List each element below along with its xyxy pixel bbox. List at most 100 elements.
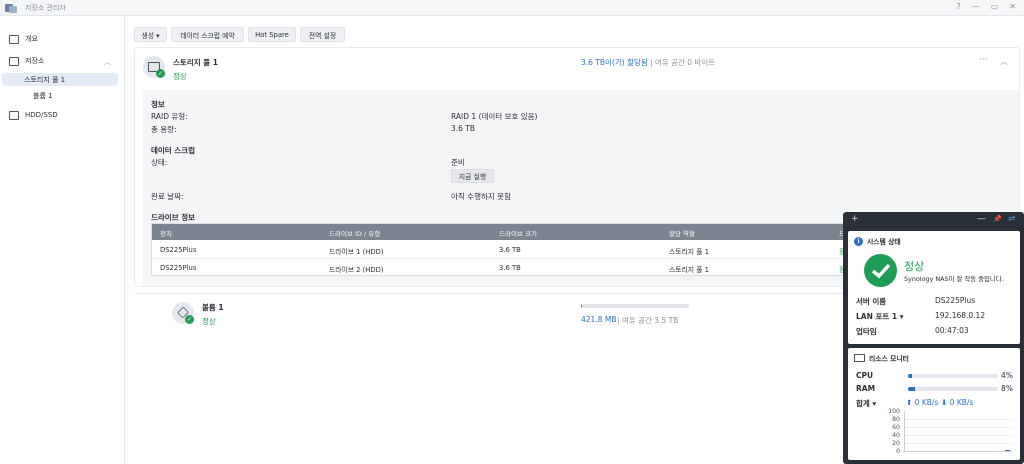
drive-size: 3.6 TB: [499, 246, 521, 254]
chevron-up-icon[interactable]: ︿: [104, 57, 111, 67]
help-button[interactable]: ?: [956, 2, 960, 11]
drive-table: 장치 드라이브 ID / 유형 드라이브 크기 할당 역할 드 DS225Plu…: [151, 223, 852, 277]
resource-monitor-panel: 리소스 모니터 CPU 4% RAM 8% 합계 ▾ ⬆ 0 KB/s ⬇ 0 …: [848, 348, 1020, 460]
drive-role: 스토리지 풀 1: [669, 248, 709, 256]
collapse-icon[interactable]: ︿: [1000, 56, 1008, 67]
minimize-button[interactable]: —: [972, 2, 980, 11]
cpu-label: CPU: [856, 371, 874, 380]
global-settings-button[interactable]: 전역 설정: [300, 27, 345, 42]
raid-type-value: RAID 1 (데이터 보호 있음): [451, 112, 538, 121]
storage-icon: [9, 56, 19, 66]
y-tick: 20: [892, 440, 900, 447]
drive-device: DS225Plus: [160, 264, 197, 272]
pool-status: 정상: [173, 72, 187, 81]
minimize-widget-icon[interactable]: —: [977, 214, 986, 224]
window-title: 저장소 관리자: [25, 3, 66, 12]
cpu-usage-bar: [908, 374, 998, 378]
sidebar-item-label: 개요: [25, 35, 38, 43]
y-tick: 80: [892, 416, 900, 423]
network-series-line: [1005, 450, 1010, 451]
volume-name: 볼륨 1: [202, 303, 224, 312]
hdd-icon: [9, 110, 19, 120]
completed-date-value: 아직 수행하지 못함: [451, 192, 511, 201]
sidebar-item-storage[interactable]: 저장소 ︿: [0, 54, 125, 68]
resource-widget: + — 📌 ⇌ i 시스템 상태 정상 Synology NAS이 잘 작동 중…: [843, 212, 1024, 464]
column-header[interactable]: 장치: [160, 228, 172, 238]
column-header[interactable]: 드라이브 크기: [499, 228, 537, 238]
upload-rate: ⬆ 0 KB/s: [906, 398, 939, 407]
maximize-button[interactable]: ▭: [991, 2, 999, 11]
server-name-label: 서버 이름: [856, 297, 887, 306]
ram-usage-bar: [908, 387, 998, 391]
system-status-value: 정상: [904, 260, 925, 273]
server-name-value: DS225Plus: [935, 296, 976, 305]
y-tick: 0: [896, 448, 900, 455]
hot-spare-button[interactable]: Hot Spare: [248, 27, 296, 42]
scrub-status-label: 상태:: [151, 158, 168, 167]
sidebar-item-label: 볼륨 1: [33, 91, 53, 100]
sidebar-item-storage-pool-1[interactable]: 스토리지 풀 1: [2, 73, 118, 86]
total-capacity-value: 3.6 TB: [451, 124, 476, 133]
y-tick: 40: [892, 432, 900, 439]
y-tick: 60: [892, 424, 900, 431]
lan-port-selector[interactable]: LAN 포트 1 ▾: [856, 311, 903, 322]
volume-free-space: | 여유 공간 3.5 TB: [617, 316, 679, 325]
create-button[interactable]: 생성 ▾: [134, 27, 167, 42]
volume-usage-bar: [581, 304, 689, 308]
system-status-panel: i 시스템 상태 정상 Synology NAS이 잘 작동 중입니다. 서버 …: [848, 231, 1020, 344]
sidebar-item-volume-1[interactable]: 볼륨 1: [2, 89, 118, 102]
drive-id: 드라이브 1 (HDD): [329, 248, 384, 256]
pin-icon[interactable]: 📌: [993, 215, 1002, 223]
pool-allocated: 3.6 TB이(가) 할당됨: [581, 58, 648, 67]
drive-info-section-title: 드라이브 정보: [151, 213, 196, 222]
widget-toolbar: + — 📌 ⇌: [843, 212, 1024, 228]
run-now-button[interactable]: 지금 실행: [451, 169, 494, 183]
widget-settings-icon[interactable]: ⇌: [1008, 214, 1016, 224]
y-tick: 100: [888, 408, 900, 415]
info-icon: i: [854, 236, 863, 246]
table-header: 장치 드라이브 ID / 유형 드라이브 크기 할당 역할 드: [152, 224, 852, 240]
info-section-title: 정보: [151, 100, 165, 109]
close-button[interactable]: ✕: [1009, 2, 1016, 11]
check-icon: ✓: [185, 315, 194, 324]
total-selector[interactable]: 합계 ▾: [856, 398, 876, 409]
scrub-schedule-button[interactable]: 데이터 스크럽 예약: [171, 27, 244, 42]
drive-size: 3.6 TB: [499, 264, 521, 272]
volume-status: 정상: [202, 317, 216, 326]
system-status-title: 시스템 상태: [867, 238, 901, 246]
completed-date-label: 완료 날짜:: [151, 192, 184, 201]
download-rate: ⬇ 0 KB/s: [941, 398, 974, 407]
pool-name: 스토리지 풀 1: [173, 58, 218, 67]
storage-manager-icon: [5, 3, 17, 13]
cpu-value: 4%: [1001, 371, 1013, 380]
table-row[interactable]: DS225Plus 드라이브 2 (HDD) 3.6 TB 스토리지 풀 1 정: [152, 259, 852, 277]
total-capacity-label: 총 용량:: [151, 125, 177, 134]
add-widget-icon[interactable]: +: [851, 214, 859, 224]
system-status-message: Synology NAS이 잘 작동 중입니다.: [904, 275, 1004, 283]
sidebar-item-label: HDD/SSD: [25, 111, 58, 119]
volume-used: 421.8 MB: [581, 315, 617, 324]
table-row[interactable]: DS225Plus 드라이브 1 (HDD) 3.6 TB 스토리지 풀 1 정: [152, 241, 852, 259]
resource-monitor-title: 리소스 모니터: [869, 355, 909, 363]
sidebar-item-hdd-ssd[interactable]: HDD/SSD: [0, 108, 125, 122]
scrub-section-title: 데이터 스크럽: [151, 146, 196, 155]
uptime-value: 00:47:03: [935, 326, 969, 335]
column-header[interactable]: 드라이브 ID / 유형: [329, 228, 380, 238]
raid-type-label: RAID 유형:: [151, 112, 188, 121]
sidebar-item-label: 스토리지 풀 1: [24, 75, 66, 84]
uptime-label: 업타임: [856, 327, 877, 336]
column-header[interactable]: 할당 역할: [669, 228, 695, 238]
lan-ip-value: 192.168.0.12: [935, 311, 986, 320]
drive-device: DS225Plus: [160, 246, 197, 254]
overview-icon: [9, 34, 19, 44]
network-chart: [904, 411, 1013, 452]
sidebar-item-overview[interactable]: 개요: [0, 32, 125, 46]
pool-free-space: | 여유 공간 0 바이트: [650, 58, 716, 67]
sidebar: 개요 저장소 ︿ 스토리지 풀 1 볼륨 1 HDD/SSD: [0, 16, 125, 464]
status-ok-icon: [864, 254, 897, 287]
sidebar-item-label: 저장소: [25, 57, 45, 65]
check-icon: ✓: [156, 69, 165, 78]
drive-id: 드라이브 2 (HDD): [329, 266, 384, 274]
ram-value: 8%: [1001, 384, 1013, 393]
more-options-icon[interactable]: ···: [979, 55, 988, 65]
